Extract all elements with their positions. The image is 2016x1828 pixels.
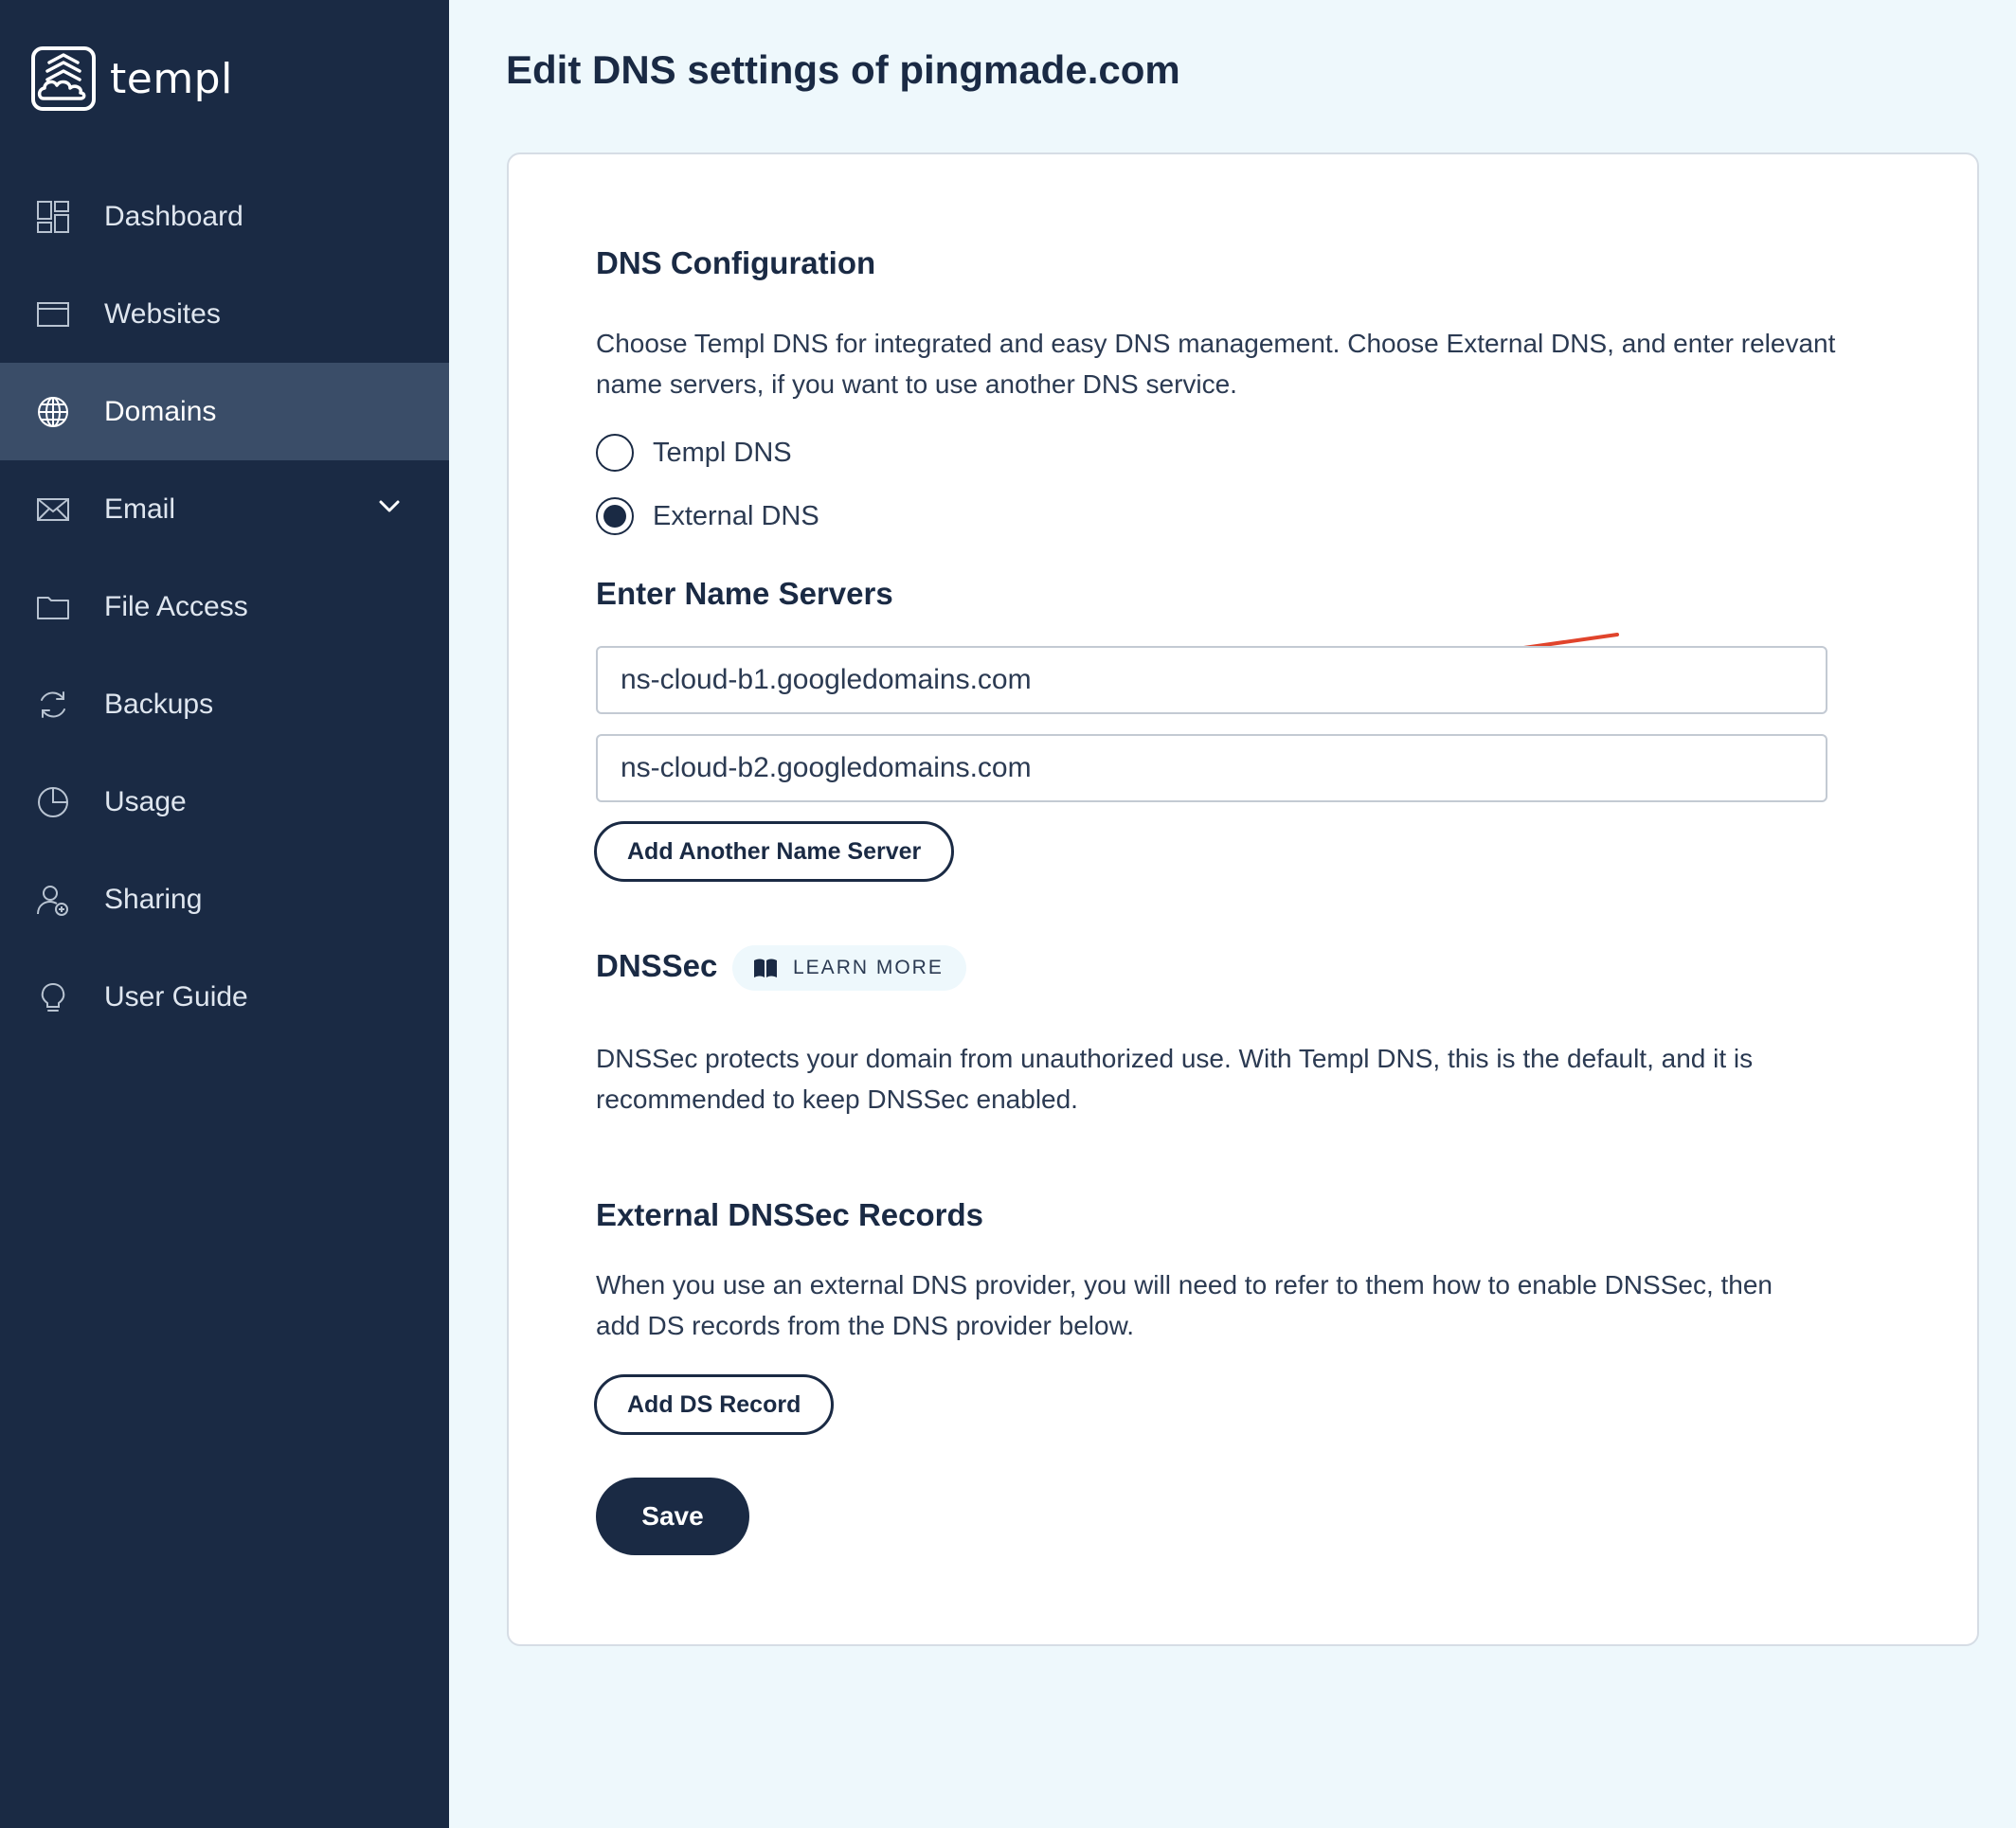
dashboard-icon [37,200,69,233]
sidebar-item-label: Dashboard [104,200,243,232]
page-title: Edit DNS settings of pingmade.com [506,47,1180,92]
radio-circle[interactable] [596,434,634,472]
chevron-down-icon[interactable] [377,494,402,519]
add-ds-record-button[interactable]: Add DS Record [594,1374,835,1435]
logo[interactable]: templ [30,45,233,112]
radio-selected-dot [603,505,626,528]
dns-configuration-description-line-2: name servers, if you want to use another… [596,369,1237,399]
dns-configuration-description-line-1: Choose Templ DNS for integrated and easy… [596,329,1836,358]
sidebar-item-label: Domains [104,395,217,427]
learn-more-label: LEARN MORE [793,957,944,978]
sidebar-item-user-guide[interactable]: User Guide [0,948,449,1046]
dnssec-description-line-2: recommended to keep DNSSec enabled. [596,1084,1078,1114]
sidebar-item-label: Websites [104,297,221,330]
dns-settings-card: DNS Configuration Choose Templ DNS for i… [507,152,1979,1646]
dnssec-description: DNSSec protects your domain from unautho… [596,1038,1753,1120]
learn-more-button[interactable]: LEARN MORE [732,945,966,991]
sidebar-item-label: Usage [104,785,187,817]
sidebar-item-dashboard[interactable]: Dashboard [0,168,449,265]
external-dnssec-title: External DNSSec Records [596,1197,984,1232]
external-dnssec-description-line-1: When you use an external DNS provider, y… [596,1270,1773,1299]
add-name-server-button[interactable]: Add Another Name Server [594,821,955,882]
sidebar-item-file-access[interactable]: File Access [0,558,449,655]
book-icon [754,959,777,977]
dnssec-description-line-1: DNSSec protects your domain from unautho… [596,1044,1754,1073]
sidebar-item-label: File Access [104,590,248,622]
dns-configuration-description: Choose Templ DNS for integrated and easy… [596,323,1835,404]
pie-chart-icon [38,786,68,817]
external-dnssec-description: When you use an external DNS provider, y… [596,1264,1773,1346]
lightbulb-icon [41,982,65,1012]
sidebar-item-backups[interactable]: Backups [0,655,449,753]
name-server-input-1[interactable] [596,646,1827,714]
sidebar-nav: Dashboard Websites Domains Email File Ac… [0,168,449,1046]
folder-icon [37,596,69,619]
dnssec-title: DNSSec [596,948,718,983]
sidebar-item-label: Backups [104,688,214,720]
radio-label: Templ DNS [653,437,792,468]
user-add-icon [37,885,68,916]
templ-logo-icon [31,46,96,111]
radio-templ-dns[interactable]: Templ DNS [596,434,792,472]
sidebar-item-label: Sharing [104,883,203,915]
envelope-icon [37,497,69,521]
refresh-icon [41,690,65,718]
logo-text: templ [110,54,233,103]
sidebar-item-domains[interactable]: Domains [0,363,449,460]
sidebar-item-usage[interactable]: Usage [0,753,449,851]
name-servers-title: Enter Name Servers [596,576,893,611]
sidebar: templ Dashboard Websites Domains Email F… [0,0,449,1828]
name-server-input-2[interactable] [596,734,1827,802]
sidebar-item-email[interactable]: Email [0,460,449,558]
sidebar-item-sharing[interactable]: Sharing [0,851,449,948]
radio-circle[interactable] [596,497,634,535]
browser-window-icon [37,301,69,327]
radio-external-dns[interactable]: External DNS [596,497,819,535]
sidebar-item-label: Email [104,493,176,525]
sidebar-item-label: User Guide [104,980,248,1013]
globe-icon [38,396,68,427]
external-dnssec-description-line-2: add DS records from the DNS provider bel… [596,1311,1135,1340]
sidebar-item-websites[interactable]: Websites [0,265,449,363]
save-button[interactable]: Save [596,1478,749,1555]
radio-label: External DNS [653,500,819,531]
dns-configuration-title: DNS Configuration [596,245,876,280]
